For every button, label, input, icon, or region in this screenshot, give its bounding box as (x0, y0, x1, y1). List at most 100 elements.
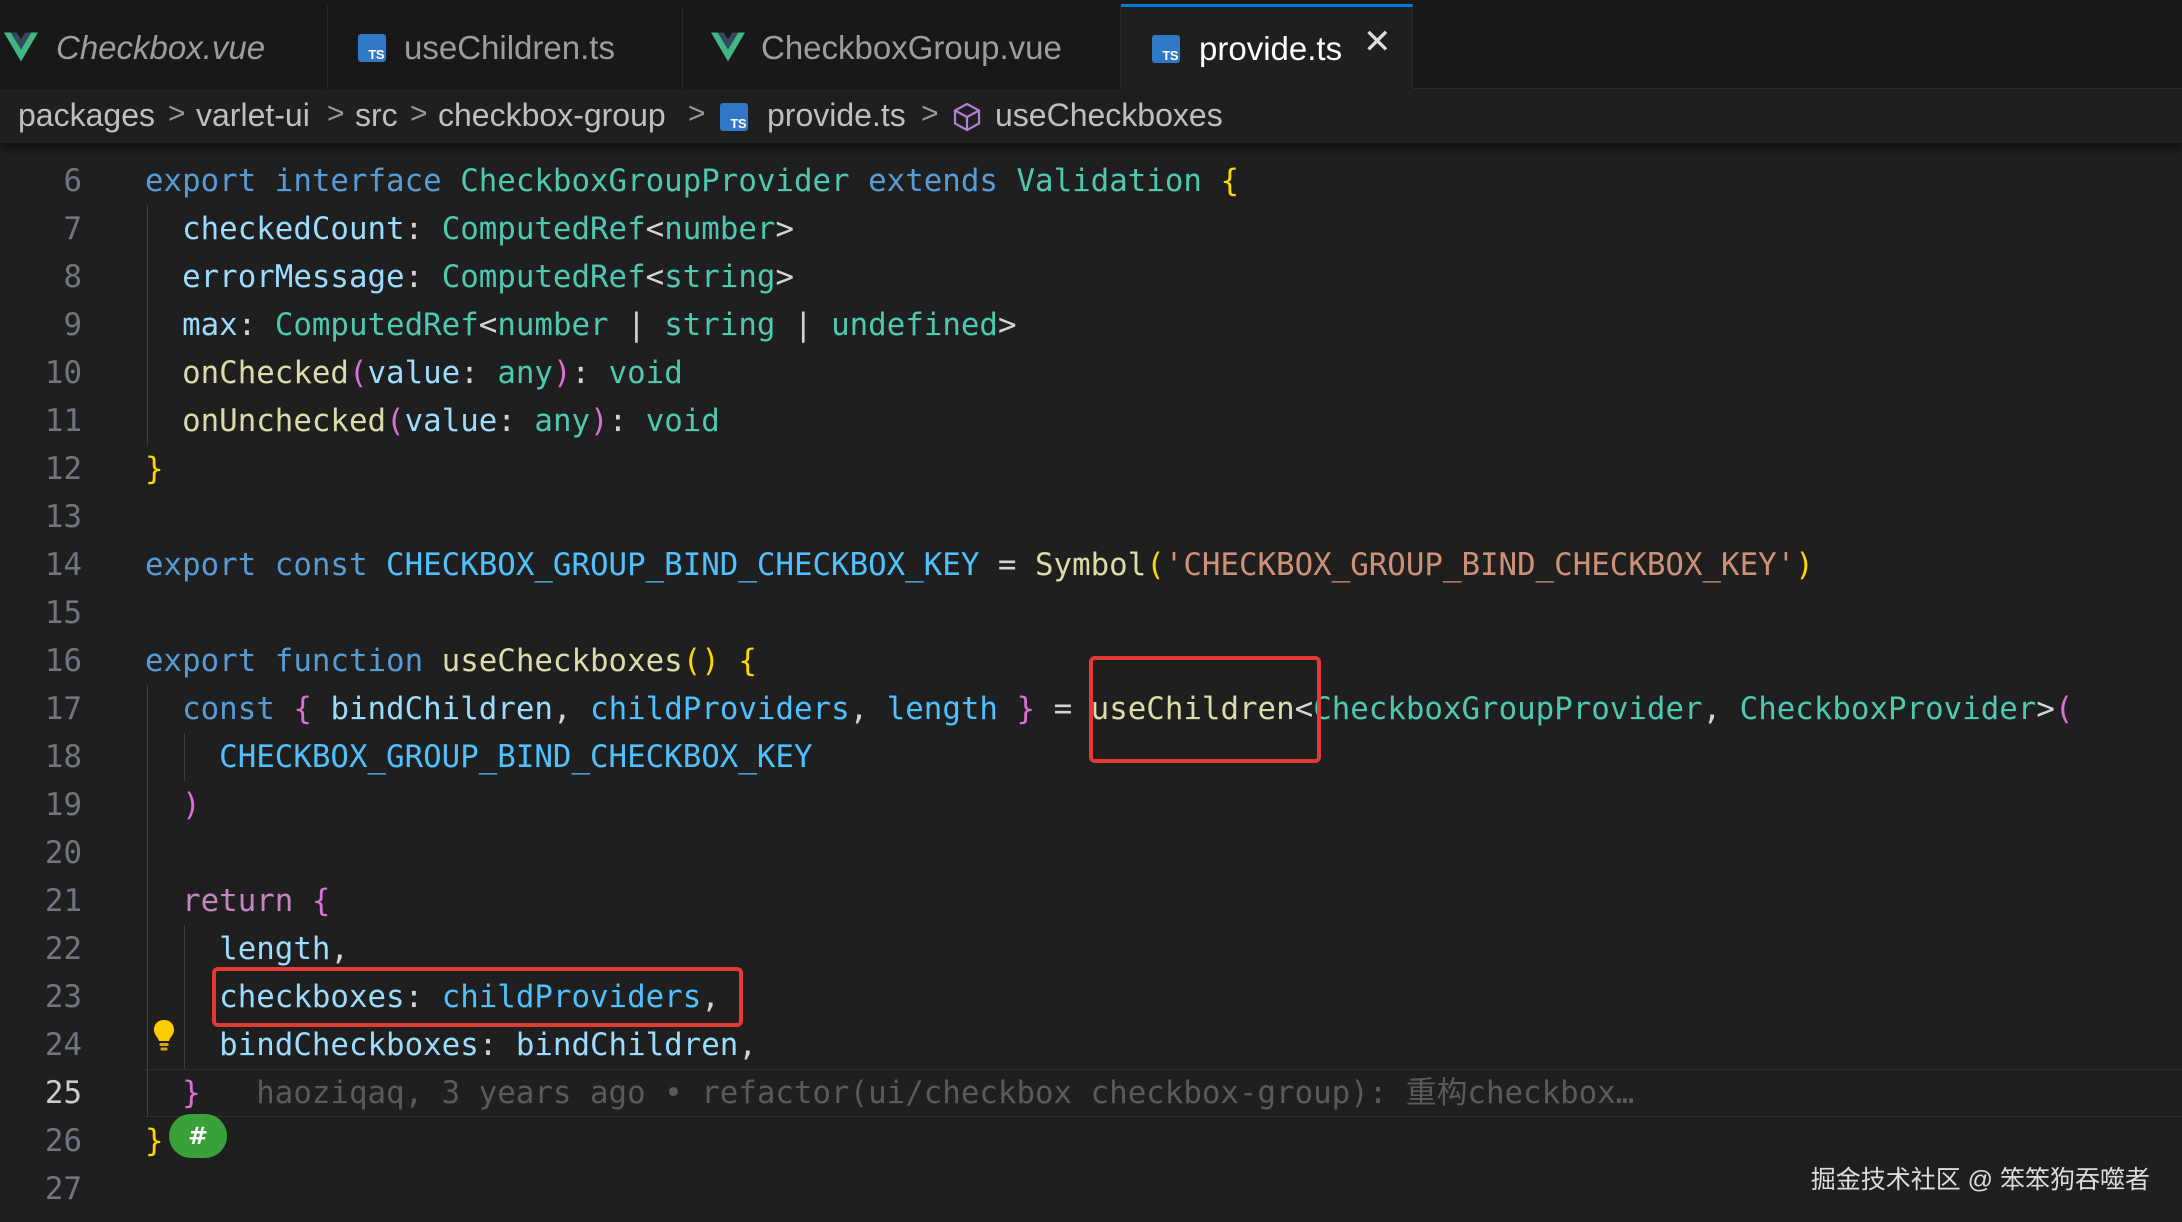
code-token: any (497, 355, 553, 391)
code-token: value (404, 403, 498, 439)
tab-label: Checkbox.vue (56, 28, 266, 66)
code-token: ) (590, 403, 609, 439)
code-token: , (738, 1027, 757, 1063)
close-tab-icon[interactable]: ✕ (1363, 25, 1392, 59)
breadcrumb: packages > varlet-ui > src > checkbox-gr… (0, 89, 2182, 143)
code-line[interactable]: bindCheckboxes: bindChildren, (145, 1021, 757, 1069)
code-line[interactable]: length, (145, 925, 349, 973)
code-token: > (997, 307, 1017, 343)
code-token: CHECKBOX_GROUP_BIND_CHECKBOX_KEY (219, 739, 813, 775)
code-token: } (997, 691, 1036, 727)
code-token: errorMessage (182, 259, 405, 295)
lightbulb-icon[interactable] (152, 1018, 176, 1052)
code-token: interface (274, 163, 461, 199)
code-token: , (1702, 691, 1740, 727)
line-number: 24 (44, 1027, 82, 1063)
breadcrumb-item-provide-ts[interactable]: provide.ts (767, 97, 906, 134)
code-token: , (330, 931, 349, 967)
tab-label: provide.ts (1199, 29, 1343, 67)
code-token: ComputedRef (441, 259, 646, 295)
code-token: Validation (1016, 163, 1221, 199)
code-token: ComputedRef (441, 211, 646, 247)
tab-checkboxgroup-vue[interactable]: CheckboxGroup.vue (683, 6, 1121, 89)
code-line[interactable]: export const CHECKBOX_GROUP_BIND_CHECKBO… (145, 541, 1814, 589)
code-line[interactable]: } haoziqaq, 3 years ago • refactor(ui/ch… (145, 1069, 1634, 1117)
breadcrumb-item-usecheckboxes[interactable]: useCheckboxes (995, 97, 1223, 134)
breadcrumb-item-varlet-ui[interactable]: varlet-ui (196, 97, 310, 134)
line-number: 10 (44, 355, 82, 391)
code-token: extends (868, 163, 1017, 199)
line-number: 18 (44, 739, 82, 775)
highlight-box-checkboxes (212, 967, 743, 1027)
code-token: : (237, 307, 275, 343)
code-token: > (775, 211, 794, 247)
breadcrumb-item-checkbox-group[interactable]: checkbox-group (438, 97, 666, 134)
code-token: ) (182, 787, 201, 823)
vue-file-icon (4, 32, 38, 62)
line-number: 16 (44, 643, 82, 679)
code-token: const (182, 691, 294, 727)
code-line[interactable]: onChecked(value: any): void (145, 349, 683, 397)
breadcrumb-item-packages[interactable]: packages (18, 97, 155, 134)
tab-provide-ts[interactable]: TS provide.ts ✕ (1121, 4, 1413, 90)
line-number: 13 (44, 499, 82, 535)
code-line[interactable]: CHECKBOX_GROUP_BIND_CHECKBOX_KEY (145, 733, 813, 781)
line-number: 21 (44, 883, 82, 919)
code-token: void (608, 355, 683, 391)
breadcrumb-item-src[interactable]: src (355, 97, 398, 134)
code-token: const (274, 547, 387, 583)
code-token: number (497, 307, 609, 343)
code-token: onChecked (182, 355, 349, 391)
line-number: 11 (44, 403, 82, 439)
code-token: export (145, 643, 275, 679)
tab-usechildren-ts[interactable]: TS useChildren.ts (328, 6, 683, 89)
code-token: { (1220, 163, 1239, 199)
code-token: CheckboxGroupProvider (1313, 691, 1703, 727)
code-line[interactable]: checkedCount: ComputedRef<number> (145, 205, 794, 253)
code-token: } (145, 1123, 164, 1159)
code-line[interactable]: export interface CheckboxGroupProvider e… (145, 157, 1239, 205)
code-token: export (145, 547, 275, 583)
code-token: string (664, 259, 776, 295)
code-line[interactable]: ) (145, 781, 201, 829)
code-editor[interactable]: 6 7 8 9 10 11 12 13 14 15 16 17 18 19 20 21 22 23 24 25 26 27… (0, 143, 2182, 1222)
code-line[interactable]: } (145, 1117, 164, 1165)
line-number: 7 (63, 211, 82, 247)
code-line[interactable]: onUnchecked(value: any): void (145, 397, 720, 445)
code-token: < (645, 211, 665, 247)
code-line[interactable]: max: ComputedRef<number | string | undef… (145, 301, 1017, 349)
vue-file-icon (711, 32, 745, 62)
code-token: haoziqaq, 3 years ago • refactor(ui/chec… (256, 1075, 1635, 1111)
extension-badge[interactable]: # (169, 1114, 227, 1158)
code-token: return (182, 883, 312, 919)
code-token: () { (682, 643, 757, 679)
line-number: 6 (63, 163, 82, 199)
code-line[interactable]: errorMessage: ComputedRef<string> (145, 253, 794, 301)
code-token: : (608, 403, 646, 439)
code-token: : (460, 355, 498, 391)
code-token: } (182, 1075, 201, 1111)
code-token: { (311, 883, 331, 919)
code-token: { (293, 691, 331, 727)
code-token: ( (2054, 691, 2074, 727)
typescript-file-icon: TS (720, 103, 748, 131)
code-token: length (886, 691, 998, 727)
code-line[interactable]: return { (145, 877, 330, 925)
code-token: undefined (831, 307, 998, 343)
tab-checkbox-vue[interactable]: Checkbox.vue (0, 6, 328, 89)
code-token: = (979, 547, 1035, 583)
code-line[interactable]: } (145, 445, 164, 493)
line-number: 23 (44, 979, 82, 1015)
code-token: number (664, 211, 776, 247)
code-line[interactable]: export function useCheckboxes() { (145, 637, 757, 685)
line-number: 15 (44, 595, 82, 631)
code-token: : (404, 211, 442, 247)
